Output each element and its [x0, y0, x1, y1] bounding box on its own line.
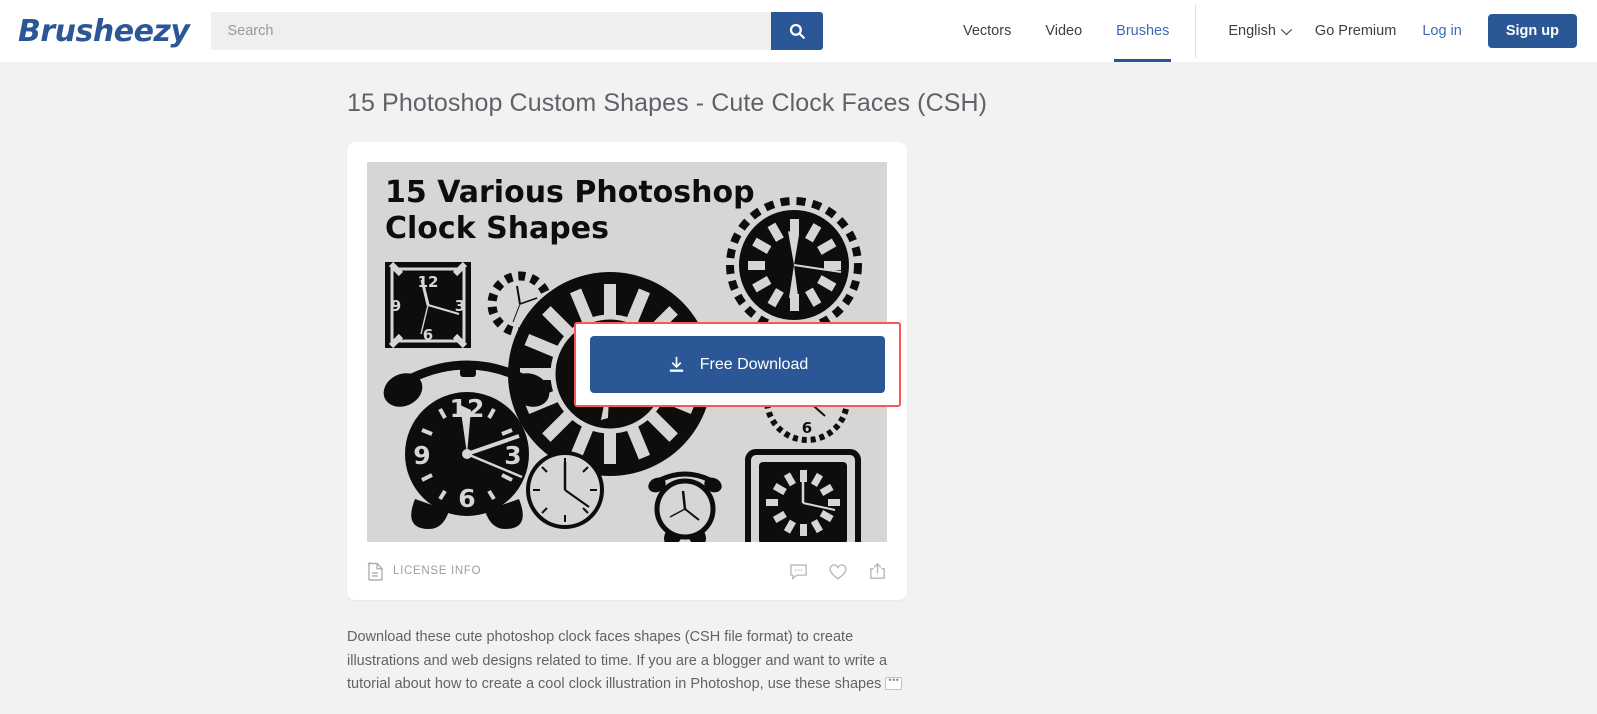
language-label: English [1228, 23, 1276, 39]
category-nav: Vectors Video Brushes [963, 0, 1195, 62]
expand-description-button[interactable]: ••• [885, 675, 903, 690]
svg-text:6: 6 [423, 326, 433, 344]
search-icon [790, 23, 806, 39]
document-icon [367, 561, 383, 581]
heart-icon [829, 563, 847, 580]
item-description: Download these cute photoshop clock face… [347, 626, 907, 697]
free-download-label: Free Download [699, 355, 809, 373]
card-icon-group [789, 562, 887, 581]
main-content: 15 Photoshop Custom Shapes - Cute Clock … [0, 62, 1597, 697]
brusheezy-logo[interactable]: Brusheezy [18, 14, 190, 49]
log-in-link[interactable]: Log in [1422, 23, 1462, 39]
description-text: Download these cute photoshop clock face… [347, 629, 888, 692]
svg-text:3: 3 [504, 441, 521, 470]
language-selector[interactable]: English [1228, 23, 1292, 39]
share-icon [870, 562, 885, 579]
svg-text:Clock Shapes: Clock Shapes [385, 211, 609, 246]
svg-text:15 Various Photoshop: 15 Various Photoshop [385, 175, 755, 210]
nav-video[interactable]: Video [1045, 0, 1082, 62]
svg-text:9: 9 [413, 441, 430, 470]
share-button[interactable] [868, 562, 887, 581]
header-nav: Vectors Video Brushes English Go Premium… [963, 0, 1577, 62]
search-button[interactable] [771, 12, 824, 50]
download-icon [669, 356, 683, 372]
site-header: Brusheezy Vectors Video Brushes English … [0, 0, 1597, 62]
svg-text:6: 6 [802, 419, 812, 437]
svg-text:9: 9 [391, 297, 401, 315]
nav-vectors[interactable]: Vectors [963, 0, 1011, 62]
thin-outline-clock [526, 451, 604, 529]
sign-up-button[interactable]: Sign up [1487, 14, 1577, 48]
license-info-label: LICENSE INFO [393, 565, 482, 577]
free-download-button[interactable]: Free Download [590, 336, 885, 393]
search-bar [211, 12, 824, 50]
search-input[interactable] [211, 12, 772, 50]
ellipsis-glyph: ••• [888, 675, 900, 685]
nav-brushes[interactable]: Brushes [1114, 0, 1172, 62]
svg-text:12: 12 [418, 273, 439, 291]
svg-text:6: 6 [458, 484, 475, 513]
comment-button[interactable] [789, 562, 808, 581]
chevron-down-icon [1280, 23, 1292, 36]
framed-square-clock [745, 449, 861, 542]
download-highlight-box: Free Download [574, 322, 901, 407]
comment-icon [790, 563, 807, 580]
license-info-link[interactable]: LICENSE INFO [367, 561, 482, 581]
square-clock: 12 3 6 9 [385, 261, 471, 349]
go-premium-link[interactable]: Go Premium [1315, 23, 1396, 39]
page-title: 15 Photoshop Custom Shapes - Cute Clock … [347, 89, 988, 117]
favorite-button[interactable] [828, 562, 848, 581]
card-action-bar: LICENSE INFO [367, 542, 887, 600]
utility-nav: English Go Premium Log in Sign up [1196, 14, 1577, 48]
